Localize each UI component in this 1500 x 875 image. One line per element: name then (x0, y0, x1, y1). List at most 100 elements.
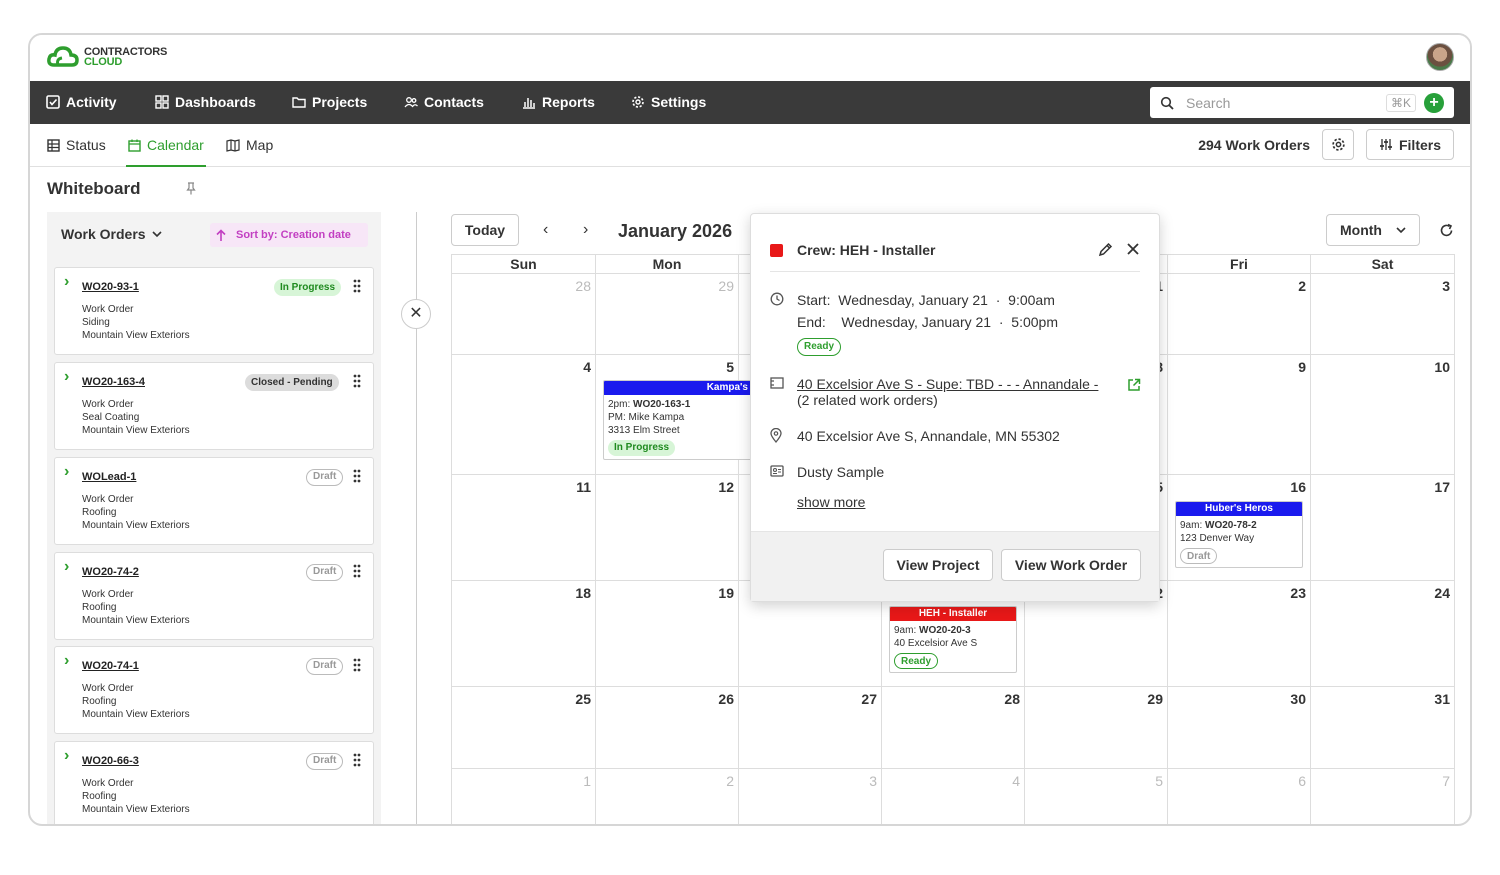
pin-icon[interactable] (186, 182, 196, 195)
today-button[interactable]: Today (451, 214, 519, 246)
nav-reports[interactable]: Reports (522, 94, 595, 110)
nav-dashboards[interactable]: Dashboards (155, 94, 256, 110)
nav-activity[interactable]: Activity (46, 94, 117, 110)
drag-handle-icon[interactable] (353, 469, 361, 483)
calendar-event[interactable]: Kampa's 2pm: WO20-163-1 PM: Mike Kampa 3313… (603, 380, 753, 460)
close-icon[interactable] (1127, 243, 1139, 255)
day-cell[interactable]: 31 (1311, 687, 1455, 769)
day-cell[interactable]: 1 (452, 769, 596, 824)
user-avatar[interactable] (1426, 43, 1454, 71)
day-cell[interactable]: 10 (1311, 355, 1455, 475)
day-cell[interactable]: 3 (739, 769, 882, 824)
work-order-card[interactable]: › WO20-93-1 Work Order Siding Mountain View … (54, 267, 374, 355)
tab-status[interactable]: Status (47, 137, 106, 153)
day-number: 3 (1442, 278, 1450, 294)
day-cell[interactable]: 18 (452, 581, 596, 687)
logo[interactable]: CONTRACTORS CLOUD (46, 45, 167, 69)
contact-card-icon (770, 465, 784, 477)
edit-icon[interactable] (1098, 242, 1113, 257)
project-link[interactable]: 40 Excelsior Ave S - Supe: TBD - - - Ann… (797, 376, 1098, 392)
expand-chevron-icon[interactable]: › (64, 747, 69, 765)
day-cell[interactable]: 2 (596, 769, 739, 824)
status-badge: Draft (306, 469, 344, 486)
work-order-type: Work Order (82, 778, 134, 789)
day-cell[interactable]: 28 (882, 687, 1025, 769)
work-order-id[interactable]: WO20-74-1 (82, 660, 139, 672)
expand-chevron-icon[interactable]: › (64, 368, 69, 386)
event-crew-bar: HEH - Installer (890, 607, 1016, 621)
work-orders-dropdown[interactable]: Work Orders (61, 226, 162, 242)
expand-chevron-icon[interactable]: › (64, 558, 69, 576)
day-cell[interactable]: 26 (596, 687, 739, 769)
drag-handle-icon[interactable] (353, 564, 361, 578)
work-order-service: Seal Coating (82, 412, 140, 423)
calendar-event[interactable]: Huber's Heros 9am: WO20-78-2 123 Denver Wa… (1175, 501, 1303, 568)
day-cell[interactable]: 4 (882, 769, 1025, 824)
work-order-card[interactable]: › WO20-163-4 Work Order Seal Coating Mountai… (54, 362, 374, 450)
day-cell[interactable]: 28 (452, 274, 596, 355)
external-link-icon[interactable] (1127, 378, 1141, 392)
sort-button[interactable]: Sort by: Creation date (210, 223, 368, 247)
expand-chevron-icon[interactable]: › (64, 273, 69, 291)
drag-handle-icon[interactable] (353, 374, 361, 388)
work-order-card[interactable]: › WO20-74-1 Work Order Roofing Mountain View… (54, 646, 374, 734)
people-icon (404, 97, 418, 108)
work-order-card[interactable]: › WOLead-1 Work Order Roofing Mountain View … (54, 457, 374, 545)
day-cell[interactable]: 27 (739, 687, 882, 769)
expand-chevron-icon[interactable]: › (64, 652, 69, 670)
day-cell[interactable]: 4 (452, 355, 596, 475)
day-cell[interactable]: 19 (596, 581, 739, 687)
day-cell[interactable]: 23 (1168, 581, 1311, 687)
nav-projects[interactable]: Projects (292, 94, 367, 110)
day-cell[interactable]: 17 (1311, 475, 1455, 581)
filters-button[interactable]: Filters (1366, 129, 1454, 160)
drag-handle-icon[interactable] (353, 753, 361, 767)
nav-settings[interactable]: Settings (631, 94, 706, 110)
work-order-card[interactable]: › WO20-66-3 Work Order Roofing Mountain View… (54, 741, 374, 824)
settings-button[interactable] (1322, 129, 1354, 160)
work-order-service: Siding (82, 317, 110, 328)
event-addr: 3313 Elm Street (608, 425, 680, 436)
work-order-id[interactable]: WO20-93-1 (82, 281, 139, 293)
day-cell[interactable]: 24 (1311, 581, 1455, 687)
day-cell[interactable]: 12 (596, 475, 739, 581)
refresh-icon[interactable] (1439, 223, 1454, 238)
day-cell[interactable]: 9 (1168, 355, 1311, 475)
search-bar[interactable]: Search ⌘K + (1150, 87, 1454, 118)
chevron-down-icon (1396, 226, 1406, 233)
next-month-icon[interactable]: › (583, 221, 588, 239)
day-cell[interactable]: 5 (1025, 769, 1168, 824)
day-cell[interactable]: 30 (1168, 687, 1311, 769)
day-cell[interactable]: 11 (452, 475, 596, 581)
start-label: Start: (797, 292, 831, 308)
view-work-order-button[interactable]: View Work Order (1001, 549, 1141, 581)
day-cell[interactable]: 7 (1311, 769, 1455, 824)
work-order-id[interactable]: WO20-163-4 (82, 376, 145, 388)
day-cell[interactable]: 3 (1311, 274, 1455, 355)
search-input[interactable]: Search (1186, 95, 1386, 111)
drag-handle-icon[interactable] (353, 279, 361, 293)
work-order-id[interactable]: WO20-74-2 (82, 566, 139, 578)
view-project-button[interactable]: View Project (883, 549, 993, 581)
prev-month-icon[interactable]: ‹ (543, 221, 548, 239)
tab-map[interactable]: Map (226, 137, 273, 153)
day-cell[interactable]: 2 (1168, 274, 1311, 355)
drag-handle-icon[interactable] (353, 658, 361, 672)
calendar-event[interactable]: HEH - Installer 9am: WO20-20-3 40 Excelsio… (889, 606, 1017, 673)
collapse-sidebar-button[interactable]: ✕ (401, 299, 431, 329)
work-order-id[interactable]: WO20-66-3 (82, 755, 139, 767)
nav-contacts[interactable]: Contacts (404, 94, 484, 110)
sub-nav: Status Calendar Map 294 Work Orders Filt… (30, 124, 1470, 167)
work-order-card[interactable]: › WO20-74-2 Work Order Roofing Mountain View… (54, 552, 374, 640)
day-cell[interactable]: 29 (1025, 687, 1168, 769)
show-more-link[interactable]: show more (797, 494, 865, 510)
work-order-id[interactable]: WOLead-1 (82, 471, 136, 483)
day-cell[interactable]: 25 (452, 687, 596, 769)
tab-calendar[interactable]: Calendar (126, 137, 206, 167)
view-select[interactable]: Month (1326, 214, 1420, 246)
work-order-customer: Mountain View Exteriors (82, 804, 190, 815)
add-button[interactable]: + (1424, 92, 1444, 113)
expand-chevron-icon[interactable]: › (64, 463, 69, 481)
day-cell[interactable]: 6 (1168, 769, 1311, 824)
day-cell[interactable]: 29 (596, 274, 739, 355)
